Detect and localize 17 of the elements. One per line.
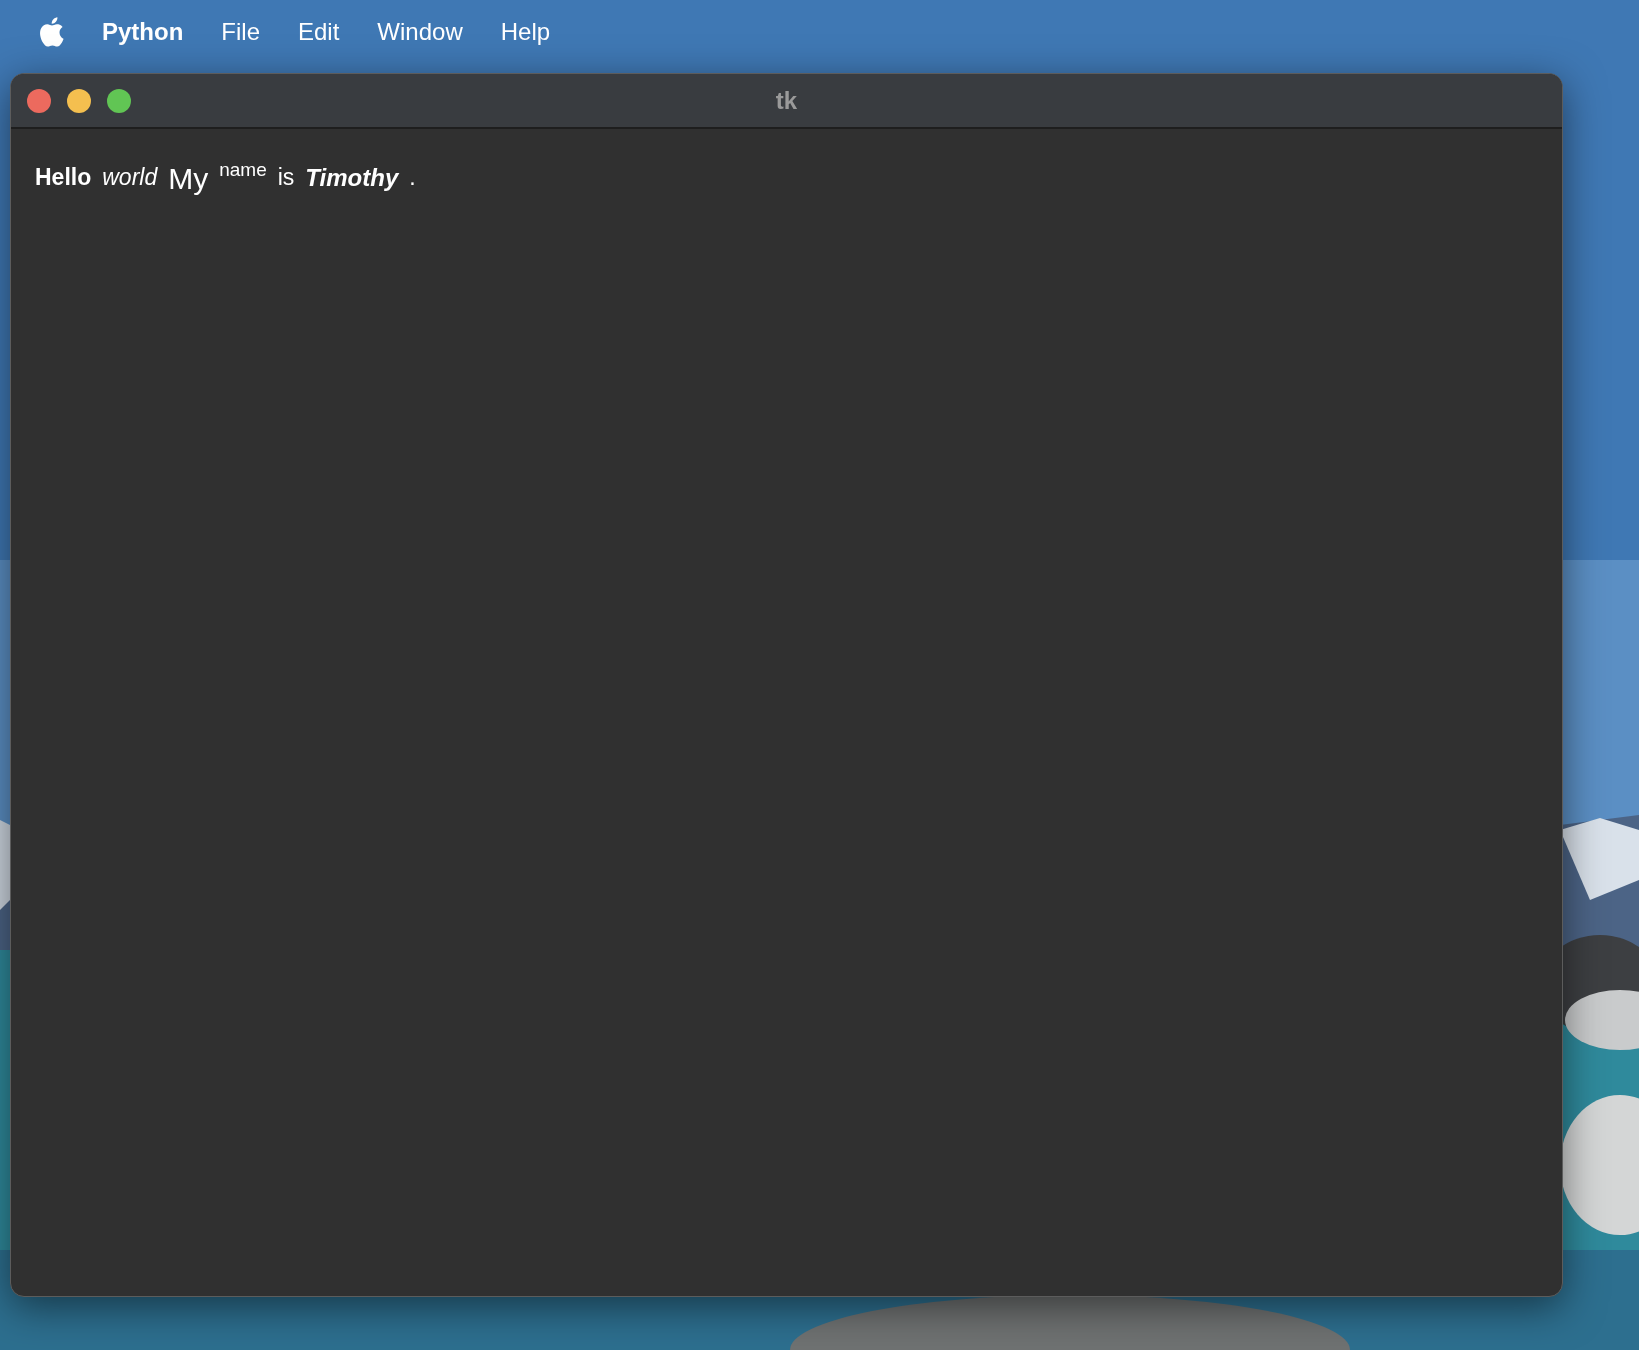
text-label: . <box>409 163 416 192</box>
text-label: name <box>219 159 267 182</box>
close-button[interactable] <box>27 88 51 113</box>
text-label: Timothy <box>305 163 399 193</box>
text-label: My <box>168 161 209 197</box>
zoom-button[interactable] <box>107 88 131 113</box>
menu-item[interactable]: Window <box>358 19 482 44</box>
menu-item[interactable]: Edit <box>279 19 359 44</box>
text-label: world <box>102 163 158 192</box>
app-menu[interactable]: Python <box>83 19 203 44</box>
window-title: tk <box>775 85 798 116</box>
text-label: is <box>277 163 295 192</box>
text-label: Hello <box>35 163 92 192</box>
apple-logo-icon[interactable] <box>38 16 64 47</box>
menu-item[interactable]: File <box>202 19 279 44</box>
minimize-button[interactable] <box>67 88 91 113</box>
menu-item[interactable]: Help <box>481 19 570 44</box>
